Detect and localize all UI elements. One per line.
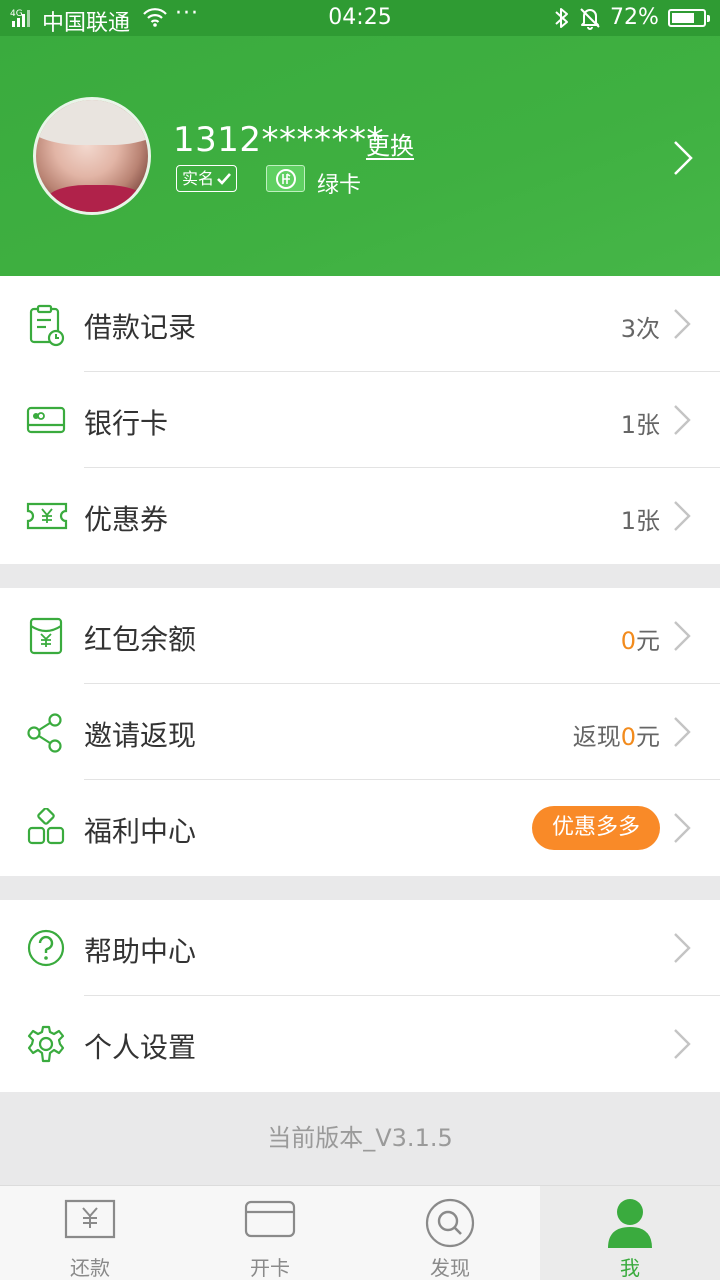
menu-item-welfare-center[interactable]: 福利中心 优惠多多: [0, 780, 720, 876]
menu-item-label: 帮助中心: [84, 935, 197, 968]
checkmark-icon: [217, 172, 231, 185]
tab-open-card[interactable]: 开卡: [180, 1186, 360, 1280]
phone-number: 1312*******: [173, 120, 385, 160]
menu-item-red-packet[interactable]: 红包余额 0元: [0, 588, 720, 684]
repay-icon: [63, 1198, 117, 1244]
change-account-link[interactable]: 更换: [366, 126, 414, 161]
share-icon: [26, 712, 66, 753]
user-icon: [603, 1198, 657, 1252]
battery-percent: 72%: [610, 5, 659, 30]
tab-label: 还款: [70, 1256, 110, 1280]
welfare-icon: [26, 807, 66, 848]
help-icon: [26, 928, 66, 968]
battery-icon: [668, 9, 710, 27]
promo-badge: 优惠多多: [531, 806, 660, 850]
tab-me[interactable]: 我: [540, 1186, 720, 1280]
amount-unit: 元: [636, 723, 660, 751]
status-bar: 4G 中国联通 ··· 04:25 72%: [0, 0, 720, 36]
menu-item-value: 1张: [620, 507, 660, 535]
discover-icon: [423, 1198, 477, 1252]
open-card-icon: [243, 1198, 297, 1244]
menu-item-label: 邀请返现: [84, 719, 197, 752]
menu-item-value: 3次: [620, 315, 660, 343]
menu-item-personal-settings[interactable]: 个人设置: [0, 996, 720, 1092]
coupon-icon: [26, 496, 68, 536]
menu-item-label: 优惠券: [84, 503, 169, 536]
menu-group-account: 借款记录 3次 银行卡 1张 优惠券 1张: [0, 276, 720, 564]
bluetooth-icon: [552, 6, 572, 36]
menu-item-value: 1张: [620, 411, 660, 439]
menu-item-label: 红包余额: [84, 623, 197, 656]
realname-badge: 实名: [176, 165, 238, 192]
menu-item-label: 福利中心: [84, 815, 197, 848]
chevron-right-icon: [672, 619, 692, 657]
tab-label: 发现: [430, 1256, 470, 1280]
chevron-right-icon: [672, 1027, 692, 1065]
menu-item-coupons[interactable]: 优惠券 1张: [0, 468, 720, 564]
realname-badge-label: 实名: [182, 168, 215, 188]
menu-item-label: 银行卡: [84, 407, 169, 440]
menu-item-label: 借款记录: [84, 311, 197, 344]
red-packet-icon: [26, 616, 66, 656]
green-card-icon: [266, 165, 305, 192]
tab-label: 我: [620, 1256, 640, 1280]
tab-label: 开卡: [250, 1256, 290, 1280]
tab-discover[interactable]: 发现: [360, 1186, 540, 1280]
tab-repay[interactable]: 还款: [0, 1186, 180, 1280]
version-text: 当前版本_V3.1.5: [267, 1124, 453, 1152]
amount-unit: 元: [636, 627, 660, 655]
menu-item-bank-cards[interactable]: 银行卡 1张: [0, 372, 720, 468]
chevron-right-icon: [672, 715, 692, 753]
menu-group-support: 帮助中心 个人设置: [0, 900, 720, 1092]
chevron-right-icon: [672, 811, 692, 849]
mute-bell-icon: [578, 6, 602, 36]
profile-header[interactable]: 1312******* 更换 实名 绿卡: [0, 36, 720, 276]
loan-record-icon: [26, 304, 66, 347]
chevron-right-icon: [672, 307, 692, 345]
menu-item-value: 0元: [621, 621, 660, 656]
menu-item-value: 返现0元: [573, 717, 660, 752]
bank-card-icon: [26, 400, 66, 440]
cashback-prefix: 返现: [572, 723, 621, 751]
menu-item-loan-records[interactable]: 借款记录 3次: [0, 276, 720, 372]
chevron-right-icon: [672, 931, 692, 969]
chevron-right-icon: [672, 139, 694, 181]
menu-group-rewards: 红包余额 0元 邀请返现 返现0元 福利中心 优惠多多: [0, 588, 720, 876]
chevron-right-icon: [672, 403, 692, 441]
amount-number: 0: [620, 627, 636, 655]
amount-number: 0: [620, 723, 636, 751]
green-card-label: 绿卡: [317, 173, 362, 198]
menu-item-help-center[interactable]: 帮助中心: [0, 900, 720, 996]
menu-item-invite-cashback[interactable]: 邀请返现 返现0元: [0, 684, 720, 780]
chevron-right-icon: [672, 499, 692, 537]
bottom-tab-bar: 还款 开卡 发现 我: [0, 1185, 720, 1280]
menu-item-label: 个人设置: [84, 1031, 197, 1064]
settings-gear-icon: [26, 1024, 66, 1064]
avatar[interactable]: [33, 97, 151, 215]
